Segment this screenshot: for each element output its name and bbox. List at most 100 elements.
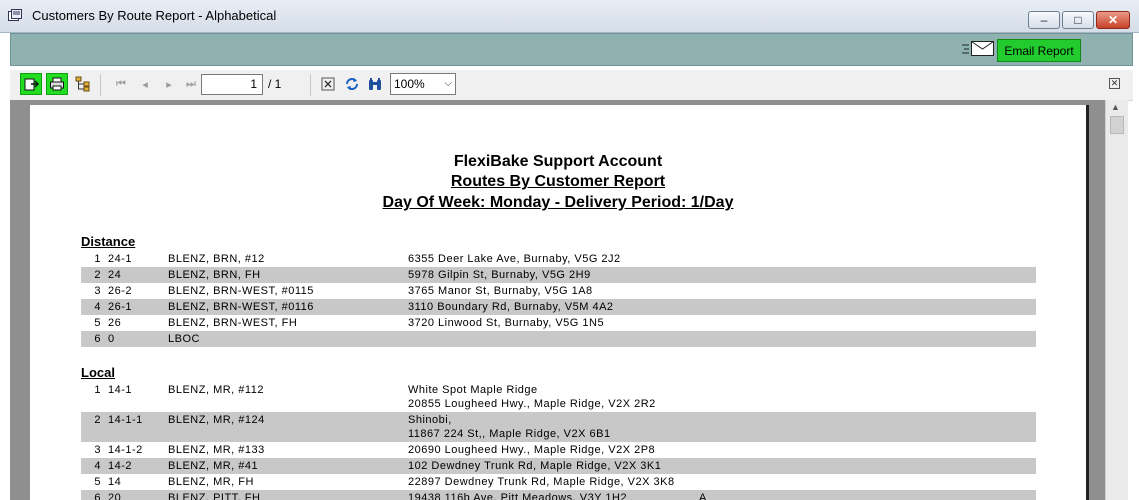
stop-icon xyxy=(321,77,335,91)
local-rows: 1 14-1 BLENZ, MR, #112 White Spot Maple … xyxy=(81,382,1036,500)
table-row: 6 20 BLENZ, PITT, FH 19438 116b Ave, Pit… xyxy=(81,490,1036,500)
customer-address: 22897 Dewdney Trunk Rd, Maple Ridge, V2X… xyxy=(408,476,675,488)
find-button[interactable] xyxy=(364,73,386,95)
customer-address: 20690 Lougheed Hwy., Maple Ridge, V2X 2P… xyxy=(408,444,656,456)
row-number: 4 xyxy=(94,460,101,472)
row-number: 4 xyxy=(94,301,101,313)
scroll-up-icon[interactable]: ▲ xyxy=(1111,102,1120,112)
tree-icon xyxy=(75,76,90,92)
route-code: 0 xyxy=(108,333,115,345)
maximize-button[interactable]: □ xyxy=(1062,11,1094,29)
refresh-icon xyxy=(346,78,358,90)
section-header-distance: Distance xyxy=(81,234,136,249)
row-number: 3 xyxy=(94,285,101,297)
last-page-button[interactable]: ⏭ xyxy=(180,73,202,95)
print-button[interactable] xyxy=(46,73,68,95)
table-row: 4 14-2 BLENZ, MR, #41 102 Dewdney Trunk … xyxy=(81,458,1036,474)
customer-address: 19438 116b Ave, Pitt Meadows, V3Y 1H2 xyxy=(408,492,628,500)
route-code: 26 xyxy=(108,317,122,329)
route-code: 24-1 xyxy=(108,253,133,265)
customer-address: White Spot Maple Ridge xyxy=(408,384,538,396)
envelope-icon xyxy=(962,41,994,56)
export-icon xyxy=(24,78,39,91)
customer-address: Shinobi, xyxy=(408,414,452,426)
table-row: 5 26 BLENZ, BRN-WEST, FH 3720 Linwood St… xyxy=(81,315,1036,331)
binoculars-icon xyxy=(369,78,381,90)
table-row: 3 14-1-2 BLENZ, MR, #133 20690 Lougheed … xyxy=(81,442,1036,458)
email-report-button[interactable]: Email Report xyxy=(997,39,1081,62)
route-code: 14-2 xyxy=(108,460,133,472)
table-row: 2 14-1-1 BLENZ, MR, #124 Shinobi, 11867 … xyxy=(81,412,1036,442)
row-number: 3 xyxy=(94,444,101,456)
zoom-value: 100% xyxy=(394,77,425,91)
report-period: Day Of Week: Monday - Delivery Period: 1… xyxy=(382,194,734,211)
customer-name: BLENZ, MR, FH xyxy=(168,476,254,488)
minimize-button[interactable]: – xyxy=(1028,11,1060,29)
customer-address: 102 Dewdney Trunk Rd, Maple Ridge, V2X 3… xyxy=(408,460,662,472)
customer-name: BLENZ, BRN-WEST, #0116 xyxy=(168,301,314,313)
customer-address-line2: 20855 Lougheed Hwy., Maple Ridge, V2X 2R… xyxy=(408,398,656,410)
toolbar-separator xyxy=(310,74,311,96)
customer-name: BLENZ, MR, #133 xyxy=(168,444,265,456)
report-header-bar: Email Report xyxy=(10,33,1133,66)
app-icon xyxy=(8,9,22,21)
route-code: 20 xyxy=(108,492,122,500)
customer-address: 3720 Linwood St, Burnaby, V5G 1N5 xyxy=(408,317,605,329)
section-header-local: Local xyxy=(81,365,115,380)
close-button[interactable]: ✕ xyxy=(1096,11,1130,29)
customer-name: BLENZ, BRN-WEST, #0115 xyxy=(168,285,314,297)
page-total: / 1 xyxy=(268,77,282,91)
row-number: 5 xyxy=(94,476,101,488)
report-subtitle: Routes By Customer Report xyxy=(450,173,666,190)
route-code: 26-2 xyxy=(108,285,133,297)
row-flag: A xyxy=(699,492,707,500)
window-title: Customers By Route Report - Alphabetical xyxy=(32,8,277,23)
row-number: 2 xyxy=(94,269,101,281)
customer-address-line2: 11867 224 St,, Maple Ridge, V2X 6B1 xyxy=(408,428,611,440)
page-number-input[interactable]: 1 xyxy=(201,74,263,95)
route-code: 24 xyxy=(108,269,122,281)
table-row: 3 26-2 BLENZ, BRN-WEST, #0115 3765 Manor… xyxy=(81,283,1036,299)
export-button[interactable] xyxy=(20,73,42,95)
table-row: 1 14-1 BLENZ, MR, #112 White Spot Maple … xyxy=(81,382,1036,412)
customer-name: BLENZ, PITT, FH xyxy=(168,492,261,500)
customer-address: 5978 Gilpin St, Burnaby, V5G 2H9 xyxy=(408,269,591,281)
route-code: 14-1 xyxy=(108,384,133,396)
report-page: FlexiBake Support Account Routes By Cust… xyxy=(30,105,1089,500)
customer-name: LBOC xyxy=(168,333,200,345)
next-page-button[interactable]: ▸ xyxy=(158,73,180,95)
customer-address: 3765 Manor St, Burnaby, V5G 1A8 xyxy=(408,285,593,297)
customer-name: BLENZ, MR, #41 xyxy=(168,460,259,472)
report-title: FlexiBake Support Account xyxy=(453,153,663,170)
customer-name: BLENZ, MR, #112 xyxy=(168,384,264,396)
row-number: 2 xyxy=(94,414,101,426)
viewer-toolbar: ⏮ ◂ ▸ ⏭ 1 / 1 100% ⌵ ✕ xyxy=(10,70,1133,101)
route-code: 14-1-1 xyxy=(108,414,143,426)
printer-icon xyxy=(50,77,64,91)
row-number: 1 xyxy=(94,253,101,265)
customer-address: 3110 Boundary Rd, Burnaby, V5M 4A2 xyxy=(408,301,614,313)
row-number: 5 xyxy=(94,317,101,329)
report-viewer: FlexiBake Support Account Routes By Cust… xyxy=(10,100,1105,500)
chevron-down-icon: ⌵ xyxy=(444,78,452,89)
group-tree-button[interactable] xyxy=(72,73,94,95)
close-panel-icon[interactable]: ✕ xyxy=(1109,78,1120,89)
table-row: 6 0 LBOC xyxy=(81,331,1036,347)
refresh-button[interactable] xyxy=(341,73,363,95)
route-code: 26-1 xyxy=(108,301,133,313)
zoom-select[interactable]: 100% ⌵ xyxy=(390,73,456,95)
toolbar-separator xyxy=(100,74,101,96)
vertical-scrollbar[interactable]: ▲ xyxy=(1105,100,1128,500)
customer-address: 6355 Deer Lake Ave, Burnaby, V5G 2J2 xyxy=(408,253,621,265)
customer-name: BLENZ, BRN-WEST, FH xyxy=(168,317,298,329)
table-row: 1 24-1 BLENZ, BRN, #12 6355 Deer Lake Av… xyxy=(81,251,1036,267)
scroll-thumb[interactable] xyxy=(1110,116,1124,134)
route-code: 14-1-2 xyxy=(108,444,143,456)
route-code: 14 xyxy=(108,476,122,488)
stop-button[interactable] xyxy=(317,73,339,95)
table-row: 4 26-1 BLENZ, BRN-WEST, #0116 3110 Bound… xyxy=(81,299,1036,315)
previous-page-button[interactable]: ◂ xyxy=(134,73,156,95)
customer-name: BLENZ, MR, #124 xyxy=(168,414,265,426)
first-page-button[interactable]: ⏮ xyxy=(110,73,132,95)
customer-name: BLENZ, BRN, FH xyxy=(168,269,261,281)
